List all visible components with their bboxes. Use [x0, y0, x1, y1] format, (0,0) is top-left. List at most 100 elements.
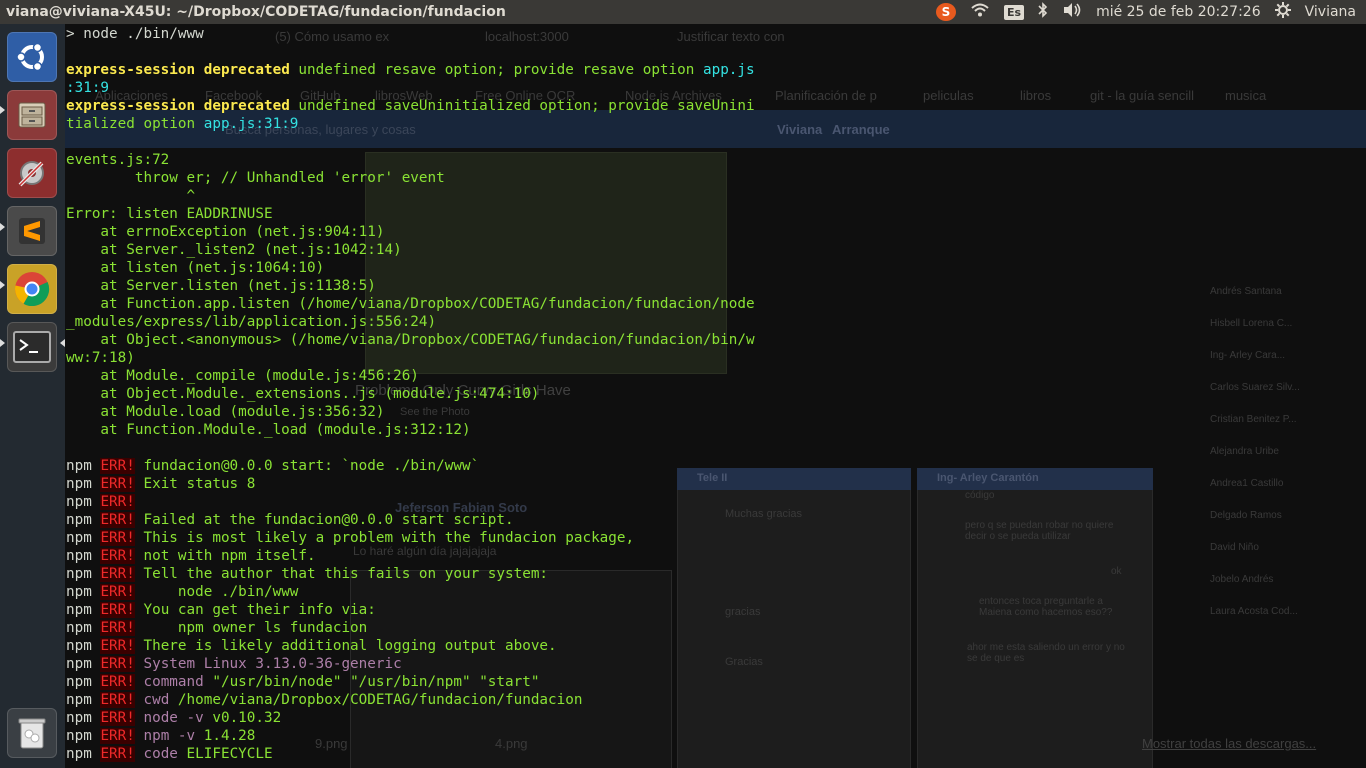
terminal-text: npm — [66, 728, 101, 744]
session-icon[interactable] — [1274, 2, 1291, 22]
trash-button[interactable] — [7, 708, 57, 758]
terminal-text: Failed at the fundacion@0.0.0 start scri… — [134, 512, 514, 528]
terminal-text: app.js — [702, 62, 755, 78]
terminal-line: npm ERR! Exit status 8 — [66, 475, 788, 493]
files-button[interactable] — [7, 90, 57, 140]
terminal-text: at Object.<anonymous> (/home/viana/Dropb… — [66, 332, 755, 348]
terminal-line: npm ERR! code ELIFECYCLE — [66, 745, 788, 763]
terminal-text: at Function.app.listen (/home/viana/Drop… — [66, 296, 755, 312]
terminal-text: not with npm itself. — [134, 548, 316, 564]
show-all-downloads-link: Mostrar todas las descargas... — [1142, 736, 1317, 751]
volume-icon[interactable] — [1062, 2, 1082, 22]
terminal-line: express-session deprecated undefined sav… — [66, 97, 788, 115]
user-name[interactable]: Viviana — [1305, 4, 1356, 20]
sidebar-contact: Andrés Santana — [1210, 286, 1282, 297]
terminal-text: npm — [66, 548, 101, 564]
terminal-text: at Server._listen2 (net.js:1042:14) — [66, 242, 402, 258]
terminal-text: npm owner ls fundacion — [134, 620, 368, 636]
terminal-line: at listen (net.js:1064:10) — [66, 259, 788, 277]
chat-title: Ing- Arley Carantón — [937, 472, 1039, 484]
chat-message: pero q se puedan robar no quiere decir o… — [965, 520, 1114, 542]
bookmark: peliculas — [923, 88, 974, 103]
terminal-text: npm — [66, 476, 101, 492]
terminal-line: npm ERR! fundacion@0.0.0 start: `node ./… — [66, 457, 788, 475]
terminal-text: ^ — [66, 188, 196, 204]
terminal-text: npm — [66, 620, 101, 636]
terminal-line: throw er; // Unhandled 'error' event — [66, 169, 788, 187]
keyboard-layout-indicator[interactable]: Es — [1004, 4, 1025, 20]
terminal-line: at Object.<anonymous> (/home/viana/Dropb… — [66, 331, 788, 349]
settings-wrench-icon — [18, 161, 44, 187]
facebook-nav-item: Arranque — [832, 122, 890, 137]
terminal-line: at Server.listen (net.js:1138:5) — [66, 277, 788, 295]
running-indicator — [0, 106, 5, 114]
clock[interactable]: mié 25 de feb 20:27:26 — [1096, 4, 1261, 20]
terminal-text: ww:7:18) — [66, 350, 135, 366]
terminal-text: > node ./bin/www — [66, 26, 204, 42]
terminal-line: at Function.Module._load (module.js:312:… — [66, 421, 788, 439]
wifi-icon[interactable] — [970, 2, 990, 22]
chat-message: código — [965, 490, 995, 501]
terminal-line: tialized option app.js:31:9 — [66, 115, 788, 133]
terminal-text: express-session — [66, 98, 196, 114]
bookmark: libros — [1020, 88, 1052, 103]
terminal-text: throw er; // Unhandled 'error' event — [66, 170, 445, 186]
npm-err-tag: ERR! — [100, 494, 135, 510]
terminal-text: This is most likely a problem with the f… — [134, 530, 635, 546]
terminal-window[interactable]: (5) Cómo usamo ex localhost:3000 Justifi… — [65, 24, 1366, 768]
terminal-text: events.js:72 — [66, 152, 170, 168]
npm-err-tag: ERR! — [100, 584, 135, 600]
terminal-text: npm — [66, 746, 101, 762]
terminal-text: tialized option — [66, 116, 204, 132]
terminal-line: npm ERR! — [66, 493, 788, 511]
terminal-text: ELIFECYCLE — [177, 746, 273, 762]
terminal-text: "/usr/bin/node" "/usr/bin/npm" "start" — [203, 674, 540, 690]
terminal-text: npm — [66, 494, 101, 510]
terminal-line: at Function.app.listen (/home/viana/Drop… — [66, 295, 788, 313]
terminal-line: npm ERR! npm owner ls fundacion — [66, 619, 788, 637]
terminal-line: > node ./bin/www — [66, 25, 788, 43]
sublime-text-icon — [19, 218, 45, 244]
sidebar-contact: Delgado Ramos — [1210, 510, 1282, 521]
skype-icon[interactable]: S — [936, 3, 956, 21]
running-indicator — [0, 281, 5, 289]
terminal-line: at Server._listen2 (net.js:1042:14) — [66, 241, 788, 259]
npm-err-tag: ERR! — [100, 710, 135, 726]
npm-err-tag: ERR! — [100, 476, 135, 492]
terminal-text: 1.4.28 — [195, 728, 256, 744]
terminal-line: :31:9 — [66, 79, 788, 97]
terminal-line: npm ERR! This is most likely a problem w… — [66, 529, 788, 547]
terminal-text: npm — [66, 566, 101, 582]
npm-err-tag: ERR! — [100, 512, 135, 528]
npm-err-tag: ERR! — [100, 728, 135, 744]
dash-home-button[interactable] — [7, 32, 57, 82]
terminal-line: npm ERR! not with npm itself. — [66, 547, 788, 565]
chat-window — [917, 468, 1153, 768]
sublime-text-button[interactable] — [7, 206, 57, 256]
terminal-line: npm ERR! command "/usr/bin/node" "/usr/b… — [66, 673, 788, 691]
sidebar-contact: Carlos Suarez Silv... — [1210, 382, 1300, 393]
chrome-button[interactable] — [7, 264, 57, 314]
terminal-line: npm ERR! There is likely additional logg… — [66, 637, 788, 655]
bluetooth-icon[interactable] — [1038, 2, 1048, 22]
terminal-line: Error: listen EADDRINUSE — [66, 205, 788, 223]
terminal-text: at Module.load (module.js:356:32) — [66, 404, 385, 420]
terminal-text: System Linux 3.13.0-36-generic — [134, 656, 402, 672]
terminal-text: at Function.Module._load (module.js:312:… — [66, 422, 471, 438]
terminal-text: fundacion@0.0.0 start: `node ./bin/www` — [134, 458, 480, 474]
terminal-button[interactable] — [7, 322, 57, 372]
npm-err-tag: ERR! — [100, 746, 135, 762]
system-settings-button[interactable] — [7, 148, 57, 198]
terminal-line: at errnoException (net.js:904:11) — [66, 223, 788, 241]
file-cabinet-icon — [18, 102, 46, 128]
terminal-line: npm ERR! Failed at the fundacion@0.0.0 s… — [66, 511, 788, 529]
terminal-text: at Object.Module._extensions..js (module… — [66, 386, 540, 402]
terminal-text: /home/viana/Dropbox/CODETAG/fundacion/fu… — [169, 692, 583, 708]
launcher — [0, 24, 66, 768]
terminal-line: npm ERR! cwd /home/viana/Dropbox/CODETAG… — [66, 691, 788, 709]
terminal-line: ^ — [66, 187, 788, 205]
npm-err-tag: ERR! — [100, 638, 135, 654]
terminal-text: command — [134, 674, 204, 690]
